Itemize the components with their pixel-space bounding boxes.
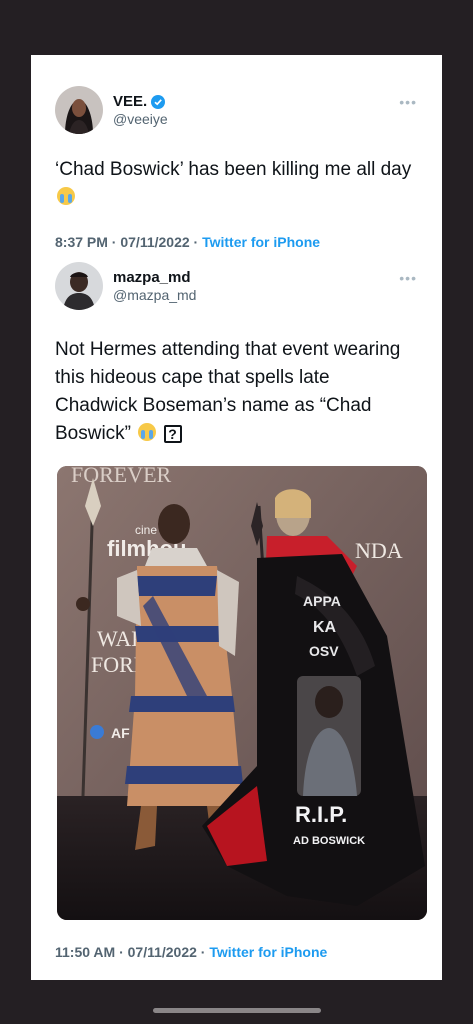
quote-tweet-text: ‘Chad Boswick’ has been killing me all d… bbox=[55, 156, 415, 212]
backdrop-word: FOREVER bbox=[71, 466, 172, 487]
tweet-text: ‘Chad Boswick’ has been killing me all d… bbox=[55, 159, 412, 180]
display-name[interactable]: mazpa_md bbox=[113, 269, 191, 286]
cape-word: KA bbox=[313, 619, 337, 636]
crying-laughing-emoji-icon bbox=[57, 187, 75, 205]
source-link[interactable]: Twitter for iPhone bbox=[202, 234, 320, 250]
backdrop-word: AF bbox=[111, 725, 130, 741]
cape-word: AD BOSWICK bbox=[293, 835, 365, 847]
user-info: mazpa_md @mazpa_md bbox=[113, 269, 196, 302]
more-icon[interactable]: ••• bbox=[399, 94, 417, 110]
handle[interactable]: @mazpa_md bbox=[113, 287, 196, 303]
timestamp[interactable]: 8:37 PM · 07/11/2022 · bbox=[55, 234, 198, 250]
tweet-text: Not Hermes attending that event wearing … bbox=[55, 339, 401, 444]
avatar-image bbox=[55, 262, 103, 310]
home-indicator[interactable] bbox=[153, 1008, 321, 1013]
cape-word: OSV bbox=[309, 643, 339, 659]
logo-mark bbox=[90, 725, 104, 739]
backdrop-word: cine bbox=[135, 523, 157, 537]
original-tweet-meta: 11:50 AM · 07/11/2022 · Twitter for iPho… bbox=[55, 944, 327, 960]
avatar[interactable] bbox=[55, 262, 103, 310]
quote-tweet-meta: 8:37 PM · 07/11/2022 · Twitter for iPhon… bbox=[55, 234, 320, 250]
display-name[interactable]: VEE. bbox=[113, 93, 147, 110]
avatar-image bbox=[55, 86, 103, 134]
source-link[interactable]: Twitter for iPhone bbox=[209, 944, 327, 960]
user-info: VEE. @veeiye bbox=[113, 93, 168, 126]
screen: VEE. @veeiye ••• ‘Chad Boswick’ has been… bbox=[0, 0, 473, 1024]
tweet-card: VEE. @veeiye ••• ‘Chad Boswick’ has been… bbox=[31, 55, 442, 980]
more-icon[interactable]: ••• bbox=[399, 270, 417, 286]
display-name-row: mazpa_md bbox=[113, 269, 196, 286]
tweet-photo[interactable]: FOREVER cine filmhou WAKA FORE NDA AF AP… bbox=[57, 466, 427, 920]
cape-word: APPA bbox=[303, 593, 341, 609]
timestamp[interactable]: 11:50 AM · 07/11/2022 · bbox=[55, 944, 205, 960]
handle[interactable]: @veeiye bbox=[113, 111, 168, 127]
photo-image: FOREVER cine filmhou WAKA FORE NDA AF AP… bbox=[57, 466, 427, 920]
original-tweet-header: mazpa_md @mazpa_md bbox=[55, 262, 196, 310]
quote-tweet-header: VEE. @veeiye bbox=[55, 86, 168, 134]
avatar[interactable] bbox=[55, 86, 103, 134]
crying-laughing-emoji-icon bbox=[138, 423, 157, 441]
display-name-row: VEE. bbox=[113, 93, 168, 110]
unknown-glyph-icon: ? bbox=[163, 425, 182, 443]
cape-word: R.I.P. bbox=[295, 802, 347, 827]
backdrop-word: NDA bbox=[355, 538, 403, 563]
verified-badge-icon bbox=[151, 94, 166, 109]
original-tweet-text: Not Hermes attending that event wearing … bbox=[55, 336, 415, 448]
